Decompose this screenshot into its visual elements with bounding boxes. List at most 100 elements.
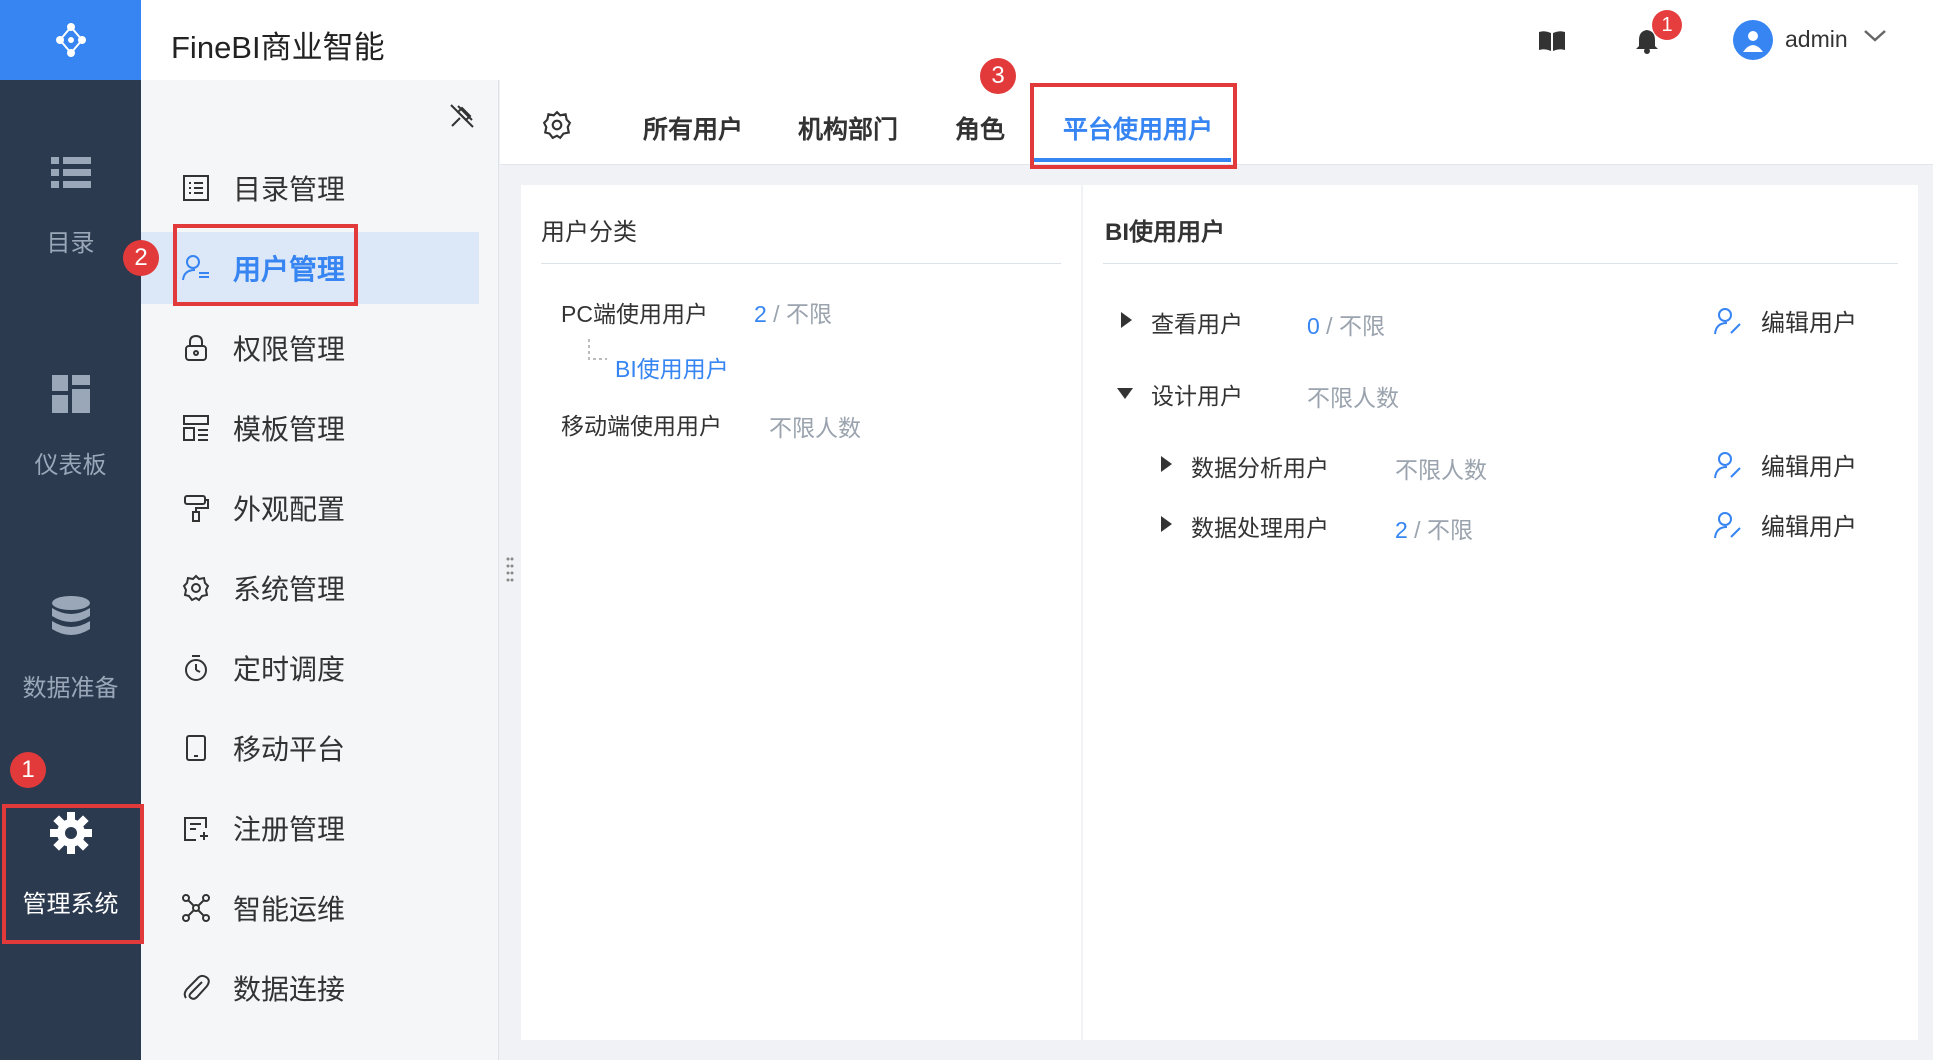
annotation-box-user-management — [173, 224, 358, 306]
database-icon — [51, 596, 90, 635]
catalog-icon — [183, 175, 209, 201]
network-icon — [182, 894, 210, 922]
menu-item-templates[interactable]: 模板管理 — [141, 392, 479, 464]
edit-label: 编辑用户 — [1761, 310, 1857, 337]
processing-users-quota: 2 / 不限 — [1395, 511, 1473, 545]
template-icon — [183, 415, 209, 441]
nav-label: 目录 — [46, 230, 95, 257]
edit-user-icon — [1714, 451, 1741, 478]
pc-users-count: 2 — [754, 301, 767, 327]
drag-handle-icon[interactable] — [505, 556, 515, 584]
mobile-users-value: 不限人数 — [769, 415, 861, 441]
edit-label: 编辑用户 — [1761, 454, 1857, 481]
menu-item-label: 智能运维 — [233, 894, 346, 925]
logo-icon — [55, 23, 86, 57]
menu-item-ops[interactable]: 智能运维 — [141, 872, 479, 944]
menu-item-label: 定时调度 — [233, 654, 346, 685]
nav-label: 数据准备 — [22, 675, 119, 702]
panel-title: 用户分类 — [541, 219, 637, 246]
stopwatch-icon — [185, 655, 207, 681]
lock-icon — [185, 334, 207, 361]
tab-all-users[interactable]: 所有用户 — [643, 110, 743, 146]
pc-users-limit: / 不限 — [766, 301, 832, 327]
menu-item-label: 移动平台 — [233, 734, 346, 765]
unpin-icon[interactable] — [448, 102, 476, 130]
menu-item-label: 系统管理 — [233, 574, 346, 605]
book-icon[interactable] — [1538, 30, 1566, 52]
nav-item-catalog[interactable]: 目录 — [0, 155, 141, 258]
menu-item-label: 目录管理 — [233, 174, 346, 205]
register-icon — [184, 817, 208, 841]
menu-item-label: 外观配置 — [233, 494, 346, 525]
menu-item-schedule[interactable]: 定时调度 — [141, 632, 479, 704]
design-users-label[interactable]: 设计用户 — [1151, 377, 1243, 411]
menu-item-mobile[interactable]: 移动平台 — [141, 712, 479, 784]
edit-user-icon — [1714, 307, 1741, 334]
settings-gear-icon[interactable] — [542, 110, 572, 140]
processing-users-limit: / 不限 — [1407, 517, 1473, 543]
app-title: FineBI商业智能 — [171, 30, 385, 65]
menu-item-label: 权限管理 — [233, 334, 346, 365]
dashboard-icon — [51, 375, 90, 413]
expand-arrow-icon[interactable] — [1121, 312, 1132, 328]
annotation-number: 3 — [980, 58, 1016, 94]
paint-roller-icon — [184, 495, 209, 522]
tab-roles[interactable]: 角色 — [955, 110, 1005, 146]
annotation-box-platform-users — [1030, 83, 1237, 169]
view-users-label[interactable]: 查看用户 — [1151, 305, 1243, 339]
expand-arrow-icon[interactable] — [1161, 516, 1172, 532]
menu-item-label: 模板管理 — [233, 414, 346, 445]
mobile-users-label[interactable]: 移动端使用用户 — [561, 407, 722, 441]
menu-item-catalog[interactable]: 目录管理 — [141, 152, 479, 224]
tree-connector — [588, 339, 607, 360]
menu-item-registration[interactable]: 注册管理 — [141, 792, 479, 864]
collapse-arrow-icon[interactable] — [1117, 388, 1133, 399]
expand-arrow-icon[interactable] — [1161, 456, 1172, 472]
username[interactable]: admin — [1785, 26, 1848, 53]
processing-users-count: 2 — [1395, 517, 1408, 543]
logo[interactable] — [0, 0, 141, 80]
annotation-box-admin — [2, 804, 144, 944]
pc-users-quota: 2 / 不限 — [754, 295, 832, 329]
processing-users-label[interactable]: 数据处理用户 — [1191, 509, 1329, 543]
annotation-number: 1 — [10, 752, 46, 788]
design-users-value: 不限人数 — [1307, 385, 1399, 411]
user-avatar-icon — [1743, 31, 1763, 52]
pc-users-label[interactable]: PC端使用用户 — [561, 295, 708, 329]
menu-item-system[interactable]: 系统管理 — [141, 552, 479, 624]
menu-item-permissions[interactable]: 权限管理 — [141, 312, 479, 384]
top-header: FineBI商业智能 1 admin — [141, 0, 1933, 80]
notification-badge: 1 — [1652, 10, 1682, 40]
menu-item-data-connection[interactable]: 数据连接 — [141, 952, 479, 1024]
edit-view-users-button[interactable]: 编辑用户 — [1713, 303, 1857, 338]
analysis-users-label[interactable]: 数据分析用户 — [1191, 449, 1329, 483]
nav-item-dashboard[interactable]: 仪表板 — [0, 375, 141, 480]
chevron-down-icon[interactable] — [1863, 28, 1887, 44]
paperclip-icon — [183, 974, 210, 1000]
edit-analysis-users-button[interactable]: 编辑用户 — [1713, 447, 1857, 482]
view-users-limit: / 不限 — [1319, 313, 1385, 339]
analysis-users-value: 不限人数 — [1395, 457, 1487, 483]
nav-label: 仪表板 — [34, 452, 107, 479]
divider — [541, 263, 1061, 264]
edit-user-icon — [1714, 511, 1741, 538]
menu-item-label: 注册管理 — [233, 814, 346, 845]
user-category-panel: 用户分类 PC端使用用户 2 / 不限 BI使用用户 移动端使用用户 不限人数 — [521, 185, 1081, 1040]
menu-item-appearance[interactable]: 外观配置 — [141, 472, 479, 544]
edit-processing-users-button[interactable]: 编辑用户 — [1713, 507, 1857, 542]
panel-title: BI使用用户 — [1105, 219, 1225, 246]
bi-users-item[interactable]: BI使用用户 — [615, 350, 729, 384]
view-users-count: 0 — [1307, 313, 1320, 339]
avatar[interactable] — [1733, 20, 1773, 60]
edit-label: 编辑用户 — [1761, 514, 1857, 541]
divider — [1103, 263, 1898, 264]
annotation-number: 2 — [123, 240, 159, 276]
nav-item-data-prep[interactable]: 数据准备 — [0, 596, 141, 703]
menu-item-label: 数据连接 — [233, 974, 346, 1005]
view-users-quota: 0 / 不限 — [1307, 307, 1385, 341]
gear-icon — [182, 574, 210, 602]
bi-users-panel: BI使用用户 查看用户 0 / 不限 编辑用户 设计用户 不限人数 数据分析用户… — [1083, 185, 1918, 1040]
list-icon — [50, 157, 91, 188]
tab-departments[interactable]: 机构部门 — [798, 110, 898, 146]
tablet-icon — [186, 735, 206, 761]
